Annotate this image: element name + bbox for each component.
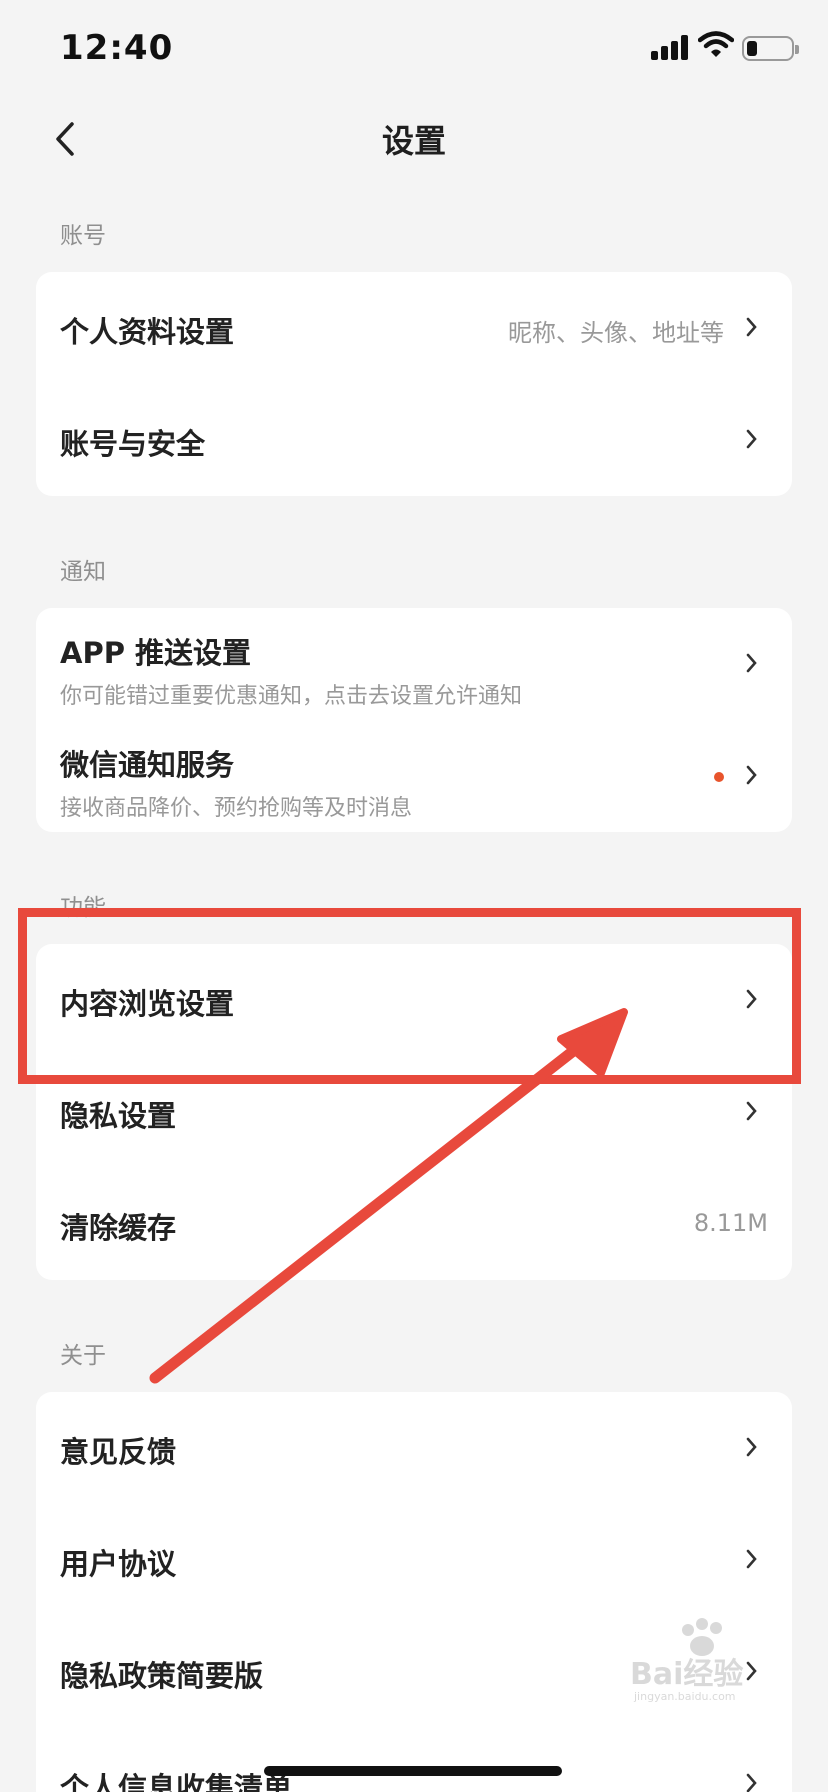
nav-bar: 设置 [0, 96, 828, 186]
chevron-right-icon [746, 1549, 757, 1569]
chevron-right-icon [746, 1101, 757, 1121]
row-app-push-settings[interactable]: APP 推送设置 你可能错过重要优惠通知，点击去设置允许通知 [36, 608, 792, 720]
svg-text:Bai经验: Bai经验 [630, 1657, 743, 1692]
status-bar: 12:40 [0, 0, 828, 96]
section-label-features: 功能 [60, 895, 106, 921]
row-title: 意见反馈 [60, 1435, 177, 1469]
row-account-security[interactable]: 账号与安全 [36, 384, 792, 496]
row-privacy-settings[interactable]: 隐私设置 [36, 1056, 792, 1168]
wifi-icon [698, 31, 734, 57]
home-indicator [264, 1766, 562, 1776]
row-profile-settings[interactable]: 个人资料设置 昵称、头像、地址等 [36, 272, 792, 384]
chevron-right-icon [746, 765, 757, 785]
chevron-right-icon [746, 1773, 757, 1792]
row-personal-info-list[interactable]: 个人信息收集清单 [36, 1728, 792, 1792]
row-wechat-notify-service[interactable]: 微信通知服务 接收商品降价、预约抢购等及时消息 [36, 720, 792, 832]
svg-text:jingyan.baidu.com: jingyan.baidu.com [633, 1690, 736, 1702]
notification-dot [714, 772, 724, 782]
row-clear-cache[interactable]: 清除缓存 8.11M [36, 1168, 792, 1280]
page-title: 设置 [381, 122, 446, 160]
cellular-signal-icon [651, 34, 691, 60]
chevron-right-icon [746, 1437, 757, 1457]
row-feedback[interactable]: 意见反馈 [36, 1392, 792, 1504]
notify-card: APP 推送设置 你可能错过重要优惠通知，点击去设置允许通知 微信通知服务 接收… [36, 608, 792, 832]
chevron-right-icon [746, 989, 757, 1009]
section-label-account: 账号 [60, 223, 106, 249]
settings-screen: 12:40 设置 账号 个人资料设置 昵称、头像、地址等 账号与安全 通知 AP… [0, 0, 828, 1792]
row-subtitle: 接收商品降价、预约抢购等及时消息 [60, 796, 413, 821]
row-user-agreement[interactable]: 用户协议 [36, 1504, 792, 1616]
row-title: 个人资料设置 [60, 315, 235, 349]
chevron-right-icon [746, 317, 757, 337]
baidu-jingyan-watermark: Bai经验 jingyan.baidu.com [630, 1618, 743, 1702]
status-time: 12:40 [60, 28, 174, 68]
about-card: 意见反馈 用户协议 隐私政策简要版 个人信息收集清单 [36, 1392, 792, 1792]
cache-size-value: 8.11M [693, 1209, 768, 1237]
row-title: 内容浏览设置 [60, 987, 235, 1021]
row-title: 账号与安全 [60, 427, 206, 461]
account-card: 个人资料设置 昵称、头像、地址等 账号与安全 [36, 272, 792, 496]
features-card: 内容浏览设置 隐私设置 清除缓存 8.11M [36, 944, 792, 1280]
row-value: 昵称、头像、地址等 [508, 319, 724, 347]
row-subtitle: 你可能错过重要优惠通知，点击去设置允许通知 [60, 684, 523, 709]
row-title: 隐私设置 [60, 1099, 177, 1133]
section-label-notify: 通知 [60, 559, 106, 585]
row-title: 微信通知服务 [60, 748, 235, 782]
battery-icon [742, 36, 799, 61]
row-title: 用户协议 [60, 1547, 177, 1581]
row-title: APP 推送设置 [60, 636, 252, 670]
row-content-browsing-settings[interactable]: 内容浏览设置 [36, 944, 792, 1056]
row-title: 清除缓存 [60, 1211, 177, 1245]
chevron-right-icon [746, 429, 757, 449]
row-title: 隐私政策简要版 [60, 1659, 264, 1693]
section-label-about: 关于 [60, 1343, 106, 1369]
row-title: 个人信息收集清单 [60, 1771, 293, 1792]
chevron-right-icon [746, 653, 757, 673]
